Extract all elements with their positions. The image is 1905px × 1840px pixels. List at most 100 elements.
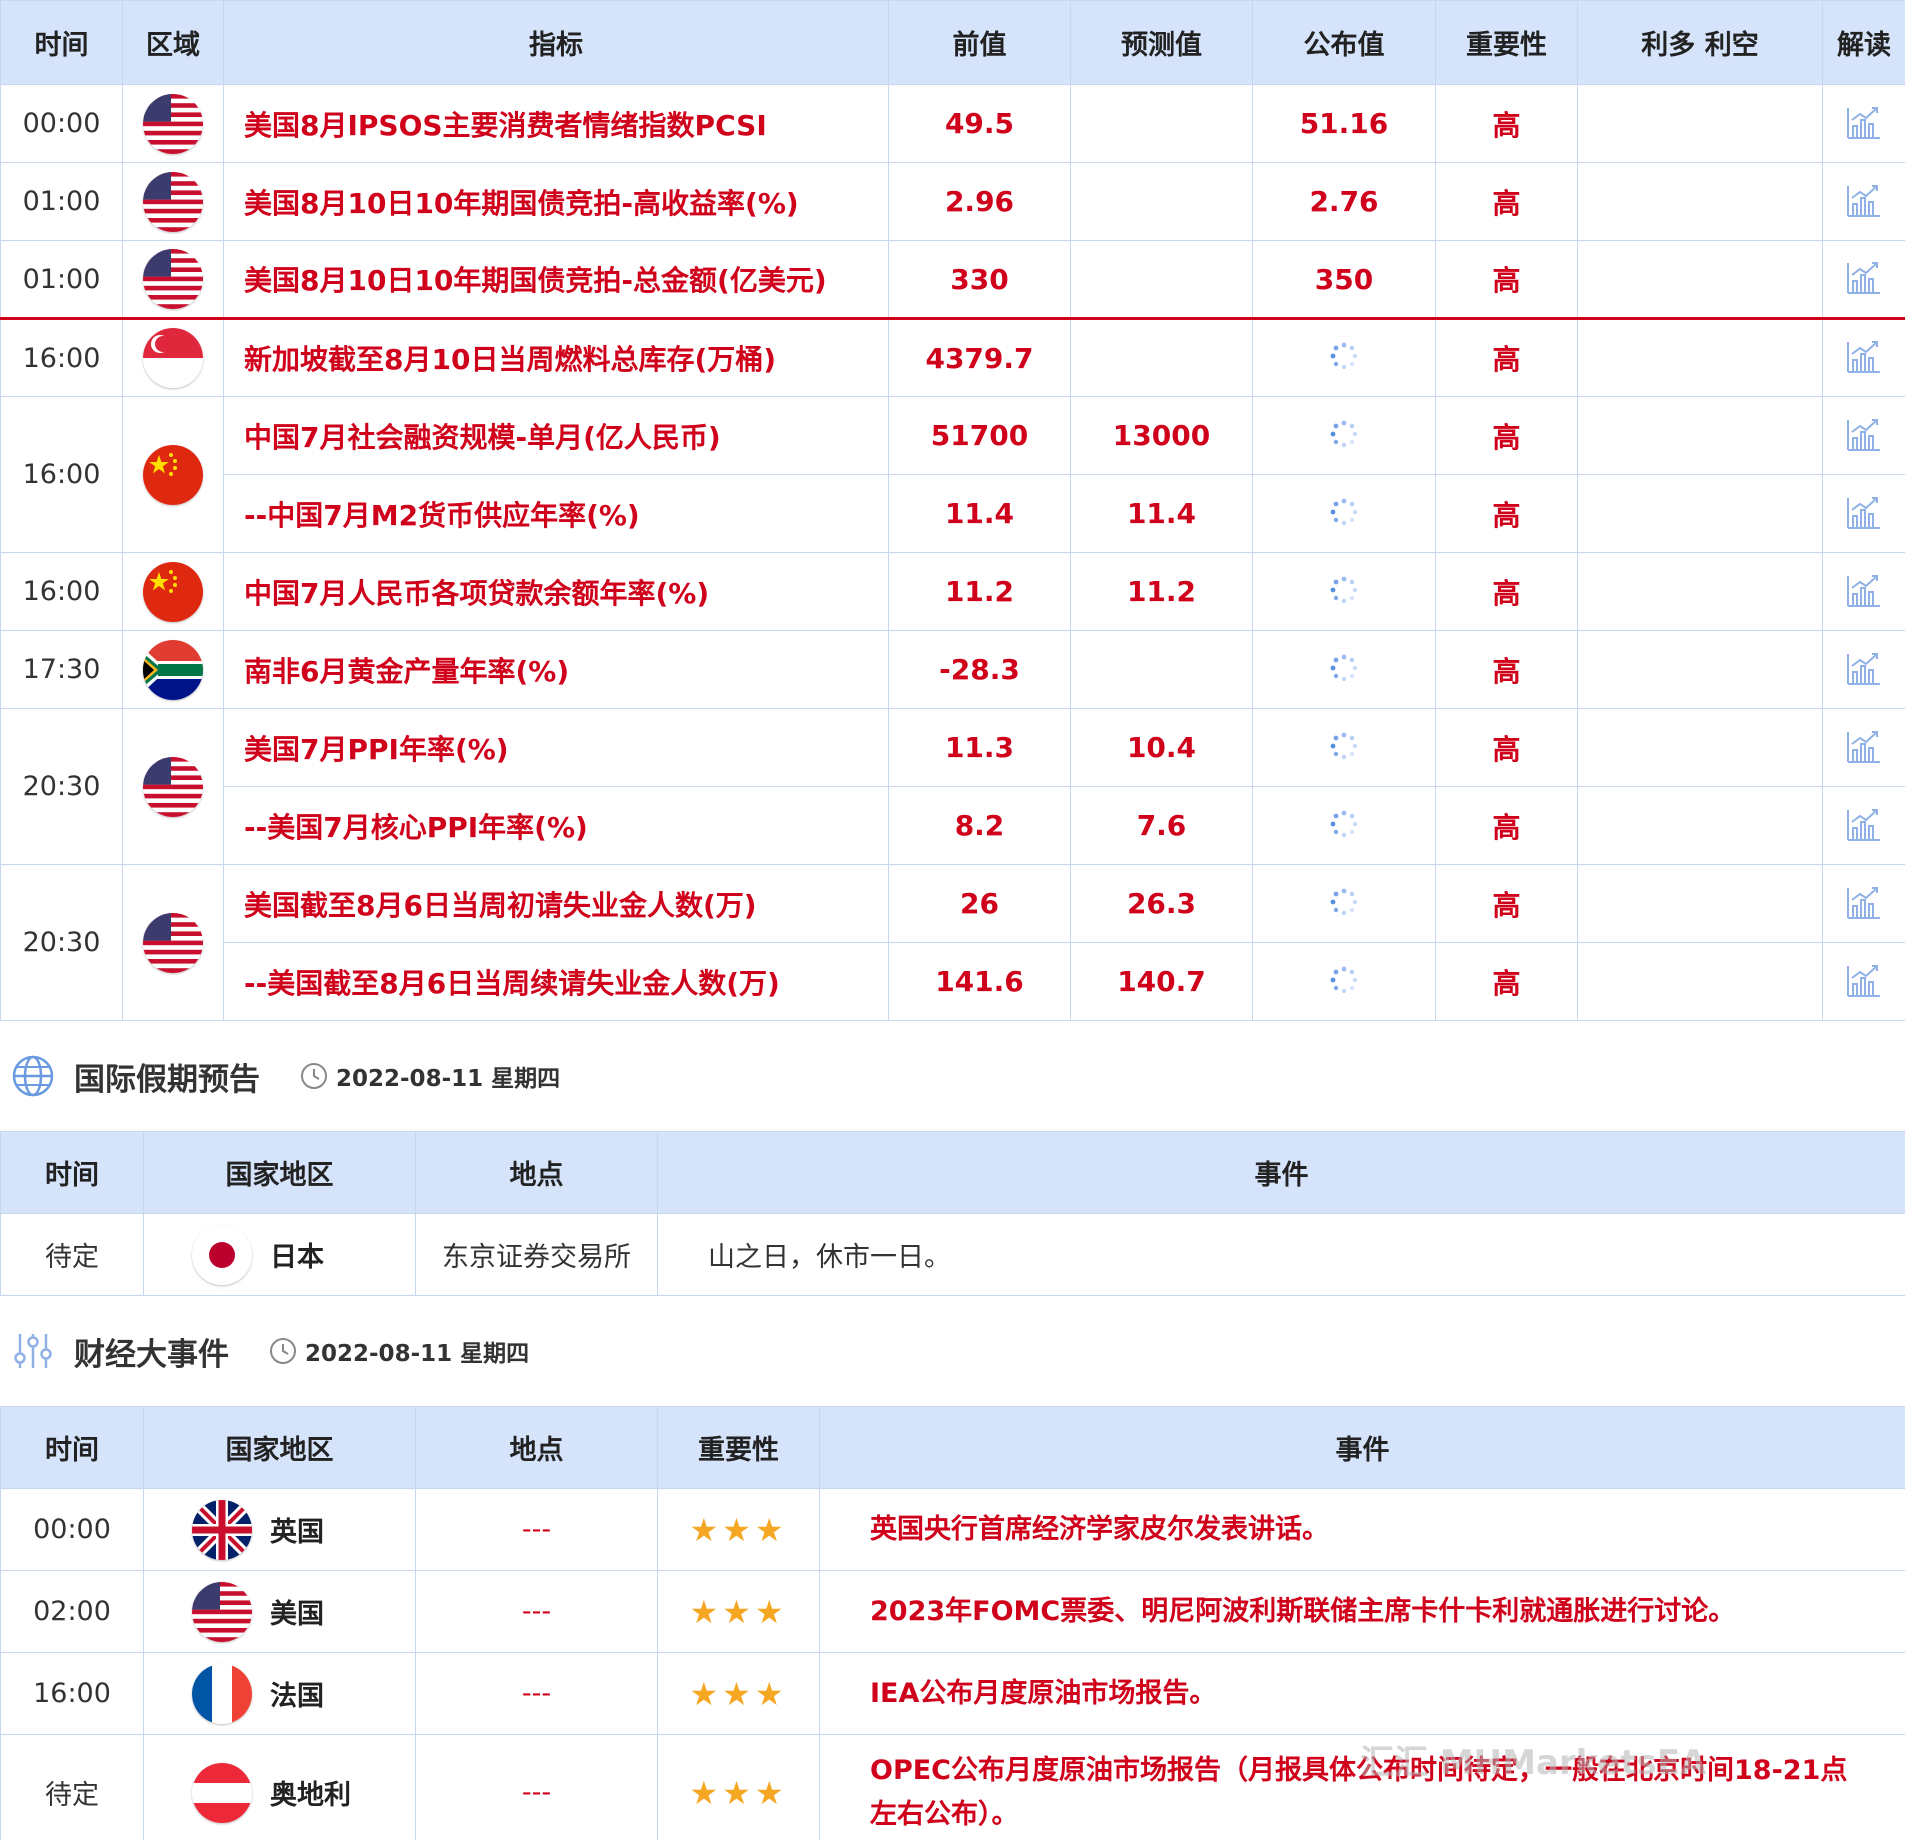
chart-icon[interactable] <box>1844 414 1884 454</box>
analysis-cell[interactable] <box>1822 396 1905 475</box>
chart-icon[interactable] <box>1844 882 1884 922</box>
table-row: 16:00 中国7月社会融资规模-单月(亿人民币) 51700 13000 高 <box>0 396 1905 553</box>
importance-stars: ★★★ <box>657 1570 820 1653</box>
table-row: 01:00 美国8月10日10年期国债竞拍-总金额(亿美元) 330 350 高 <box>0 240 1905 319</box>
chart-icon[interactable] <box>1844 180 1884 220</box>
indicator-link[interactable]: 美国8月10日10年期国债竞拍-高收益率(%) <box>223 162 889 241</box>
actual-pending-cell <box>1252 396 1436 475</box>
importance-value: 高 <box>1435 84 1578 163</box>
time-cell: 16:00 <box>0 552 123 631</box>
region-cell <box>122 630 224 709</box>
importance-value: 高 <box>1435 630 1578 709</box>
chart-icon[interactable] <box>1844 804 1884 844</box>
actual-pending-cell <box>1252 864 1436 943</box>
analysis-cell[interactable] <box>1822 474 1905 553</box>
chart-icon[interactable] <box>1844 257 1884 297</box>
analysis-cell[interactable] <box>1822 162 1905 241</box>
us-flag-icon <box>143 912 203 973</box>
calendar-header-row: 时间 区域 指标 前值 预测值 公布值 重要性 利多 利空 解读 <box>0 0 1905 85</box>
header-event: 事件 <box>657 1131 1905 1214</box>
chart-icon[interactable] <box>1844 648 1884 688</box>
chart-icon[interactable] <box>1844 960 1884 1000</box>
indicator-link[interactable]: --美国7月核心PPI年率(%) <box>223 786 889 865</box>
indicator-link[interactable]: 南非6月黄金产量年率(%) <box>223 630 889 709</box>
us-flag-icon <box>143 93 203 154</box>
section-date: 2022-08-11 星期四 <box>269 1334 529 1368</box>
holiday-table: 时间 国家地区 地点 事件 待定 日本 东京证券交易所 山之日，休市一日。 <box>0 1131 1905 1296</box>
previous-value: 26 <box>888 864 1071 943</box>
header-region: 区域 <box>122 0 224 85</box>
bull-bear-cell <box>1577 786 1823 865</box>
indicator-link[interactable]: 美国8月10日10年期国债竞拍-总金额(亿美元) <box>223 240 889 319</box>
economic-calendar-table: 时间 区域 指标 前值 预测值 公布值 重要性 利多 利空 解读 00:00 美… <box>0 0 1905 1021</box>
table-row: 01:00 美国8月10日10年期国债竞拍-高收益率(%) 2.96 2.76 … <box>0 162 1905 241</box>
loading-spinner-icon <box>1329 731 1359 761</box>
indicator-link[interactable]: --中国7月M2货币供应年率(%) <box>223 474 889 553</box>
place-cell: --- <box>415 1488 658 1571</box>
table-row: 16:00 法国 --- ★★★ IEA公布月度原油市场报告。 <box>0 1652 1905 1735</box>
time-cell: 20:30 <box>0 708 123 865</box>
table-row: 20:30 美国7月PPI年率(%) 11.3 10.4 高 <box>0 708 1905 865</box>
us-flag-icon <box>143 171 203 232</box>
previous-value: 11.3 <box>888 708 1071 787</box>
event-link[interactable]: 2023年FOMC票委、明尼阿波利斯联储主席卡什卡利就通胀进行讨论。 <box>819 1570 1905 1653</box>
forecast-value: 26.3 <box>1070 864 1253 943</box>
analysis-cell[interactable] <box>1822 942 1905 1021</box>
analysis-cell[interactable] <box>1822 240 1905 319</box>
indicator-link[interactable]: 中国7月社会融资规模-单月(亿人民币) <box>223 396 889 475</box>
analysis-cell[interactable] <box>1822 708 1905 787</box>
time-cell: 02:00 <box>0 1570 144 1653</box>
event-link[interactable]: 英国央行首席经济学家皮尔发表讲话。 <box>819 1488 1905 1571</box>
indicator-link[interactable]: 美国8月IPSOS主要消费者情绪指数PCSI <box>223 84 889 163</box>
header-time: 时间 <box>0 0 123 85</box>
indicator-link[interactable]: 中国7月人民币各项贷款余额年率(%) <box>223 552 889 631</box>
table-row: --中国7月M2货币供应年率(%) 11.4 11.4 高 <box>1 474 1905 553</box>
importance-value: 高 <box>1435 552 1578 631</box>
actual-pending-cell <box>1252 708 1436 787</box>
indicator-link[interactable]: 美国截至8月6日当周初请失业金人数(万) <box>223 864 889 943</box>
time-cell: 17:30 <box>0 630 123 709</box>
region-cell <box>122 318 224 397</box>
indicator-link[interactable]: --美国截至8月6日当周续请失业金人数(万) <box>223 942 889 1021</box>
region-cell <box>122 552 224 631</box>
table-row: 16:00 中国7月人民币各项贷款余额年率(%) 11.2 11.2 高 <box>0 552 1905 631</box>
analysis-cell[interactable] <box>1822 318 1905 397</box>
time-cell: 00:00 <box>0 84 123 163</box>
south-africa-flag-icon <box>143 639 203 700</box>
analysis-cell[interactable] <box>1822 786 1905 865</box>
time-cell: 00:00 <box>0 1488 144 1571</box>
region-cell <box>122 708 224 865</box>
importance-stars: ★★★ <box>657 1488 820 1571</box>
clock-icon <box>300 1062 328 1090</box>
clock-icon <box>269 1337 297 1365</box>
forecast-value: 140.7 <box>1070 942 1253 1021</box>
country-cell: 英国 <box>143 1488 416 1571</box>
indicator-link[interactable]: 新加坡截至8月10日当周燃料总库存(万桶) <box>223 318 889 397</box>
bull-bear-cell <box>1577 630 1823 709</box>
previous-value: 49.5 <box>888 84 1071 163</box>
region-cell <box>122 240 224 319</box>
analysis-cell[interactable] <box>1822 84 1905 163</box>
chart-icon[interactable] <box>1844 492 1884 532</box>
region-cell <box>122 396 224 553</box>
importance-value: 高 <box>1435 240 1578 319</box>
analysis-cell[interactable] <box>1822 864 1905 943</box>
actual-pending-cell <box>1252 318 1436 397</box>
globe-icon <box>10 1053 56 1099</box>
chart-icon[interactable] <box>1844 726 1884 766</box>
loading-spinner-icon <box>1329 809 1359 839</box>
analysis-cell[interactable] <box>1822 630 1905 709</box>
table-row: 17:30 南非6月黄金产量年率(%) -28.3 高 <box>0 630 1905 709</box>
analysis-cell[interactable] <box>1822 552 1905 631</box>
chart-icon[interactable] <box>1844 102 1884 142</box>
chart-icon[interactable] <box>1844 570 1884 610</box>
indicator-link[interactable]: 美国7月PPI年率(%) <box>223 708 889 787</box>
chart-icon[interactable] <box>1844 336 1884 376</box>
forecast-value: 11.2 <box>1070 552 1253 631</box>
header-importance: 重要性 <box>657 1406 820 1489</box>
section-date: 2022-08-11 星期四 <box>300 1059 560 1093</box>
time-cell: 待定 <box>0 1213 144 1296</box>
time-cell: 01:00 <box>0 240 123 319</box>
event-link[interactable]: IEA公布月度原油市场报告。 <box>819 1652 1905 1735</box>
actual-pending-cell <box>1252 786 1436 865</box>
